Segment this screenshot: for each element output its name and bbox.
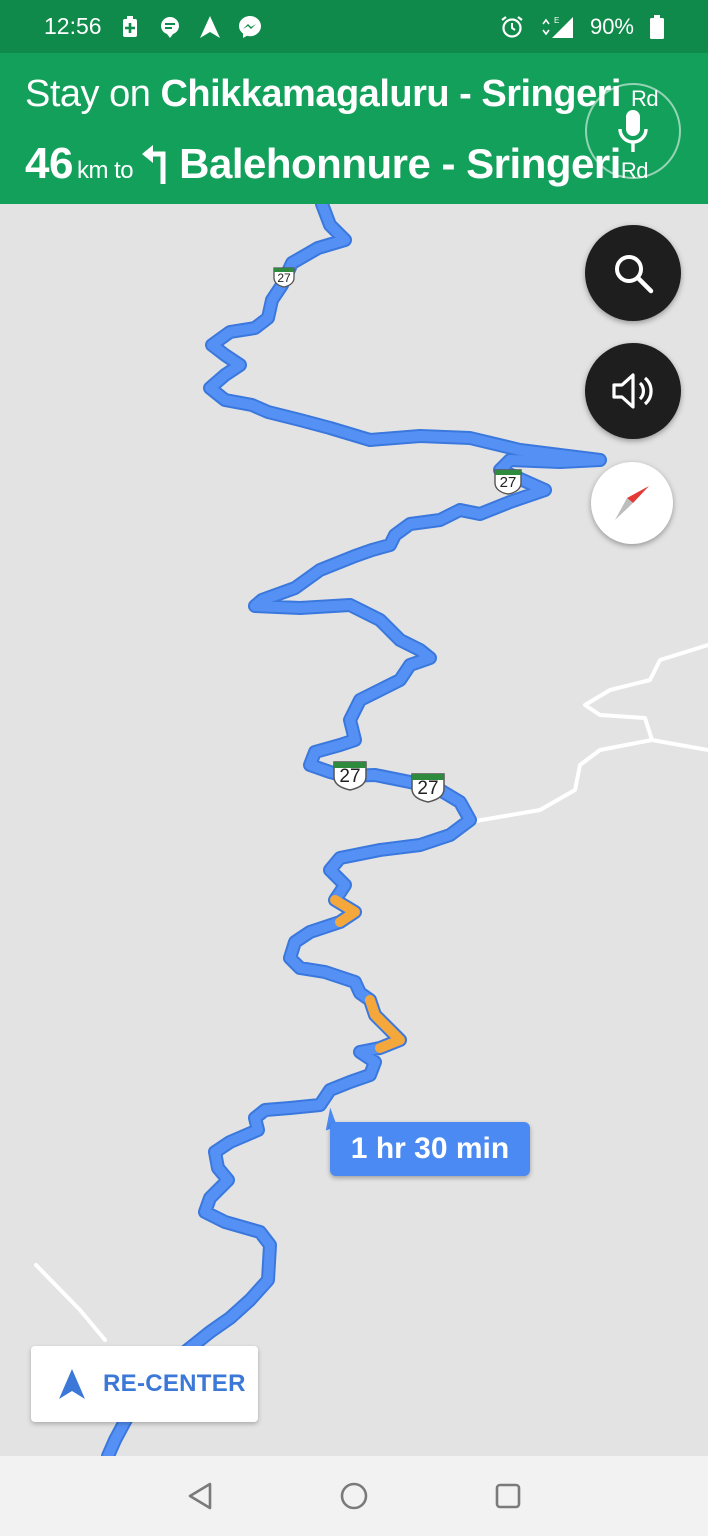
status-left: 12:56 [44,13,262,40]
recenter-label: RE-CENTER [103,1370,246,1397]
eta-label[interactable]: 1 hr 30 min [330,1122,530,1176]
home-icon [340,1482,368,1510]
route-shield: 27 [332,760,368,792]
compass-icon [615,486,649,520]
compass-button[interactable] [591,462,673,544]
distance-unit: km to [76,157,134,184]
sound-button[interactable] [585,343,681,439]
system-navigation-bar [0,1456,708,1536]
map-view[interactable]: 27 27 27 27 1 hr 30 min RE-CENTER [0,204,708,1456]
status-time: 12:56 [44,13,102,39]
next-road-name: Balehonnure - Sringeri [179,140,621,187]
next-turn-line: 46 km to Balehonnure - Sringeri Rd [25,139,649,189]
back-icon [188,1482,212,1510]
recents-button[interactable] [486,1474,530,1518]
search-icon [615,255,654,294]
back-button[interactable] [178,1474,222,1518]
battery-percent: 90% [589,13,634,39]
route-number: 27 [277,271,291,285]
current-road-name: Chikkamagaluru - Sringeri [160,73,621,115]
home-button[interactable] [332,1474,376,1518]
signal-icon: E [540,15,574,39]
volume-icon [612,373,653,409]
route-shield: 27 [493,468,523,496]
navigation-screen: 12:56 E 90% Stay on Chikkamagaluru - Sri… [0,0,708,1536]
stay-on-text: Stay on [25,73,151,115]
navigation-arrow-icon [198,15,222,39]
microphone-icon [618,110,648,152]
status-right: E 90% [500,14,664,40]
distance-value: 46 [25,139,73,188]
search-along-route-button[interactable] [585,225,681,321]
svg-text:E: E [554,16,559,25]
recenter-button[interactable]: RE-CENTER [31,1346,258,1422]
route-shield: 27 [410,772,446,804]
battery-saver-icon [118,15,142,39]
route-shield: 27 [272,266,296,288]
battery-icon [650,14,664,39]
route-number: 27 [339,766,361,787]
route-number: 27 [499,474,517,491]
navigation-arrow-icon [59,1369,85,1399]
current-road-line: Stay on Chikkamagaluru - Sringeri Rd [25,73,659,116]
messenger-icon [238,15,262,39]
route-number: 27 [417,778,439,799]
voice-search-button[interactable] [585,83,681,179]
alarm-icon [500,15,524,39]
recents-icon [495,1483,521,1509]
status-bar: 12:56 E 90% [0,0,708,53]
turn-left-arrow-icon [141,144,171,184]
chat-bubble-icon [158,15,182,39]
navigation-instruction-banner[interactable]: Stay on Chikkamagaluru - Sringeri Rd 46 … [0,53,708,204]
